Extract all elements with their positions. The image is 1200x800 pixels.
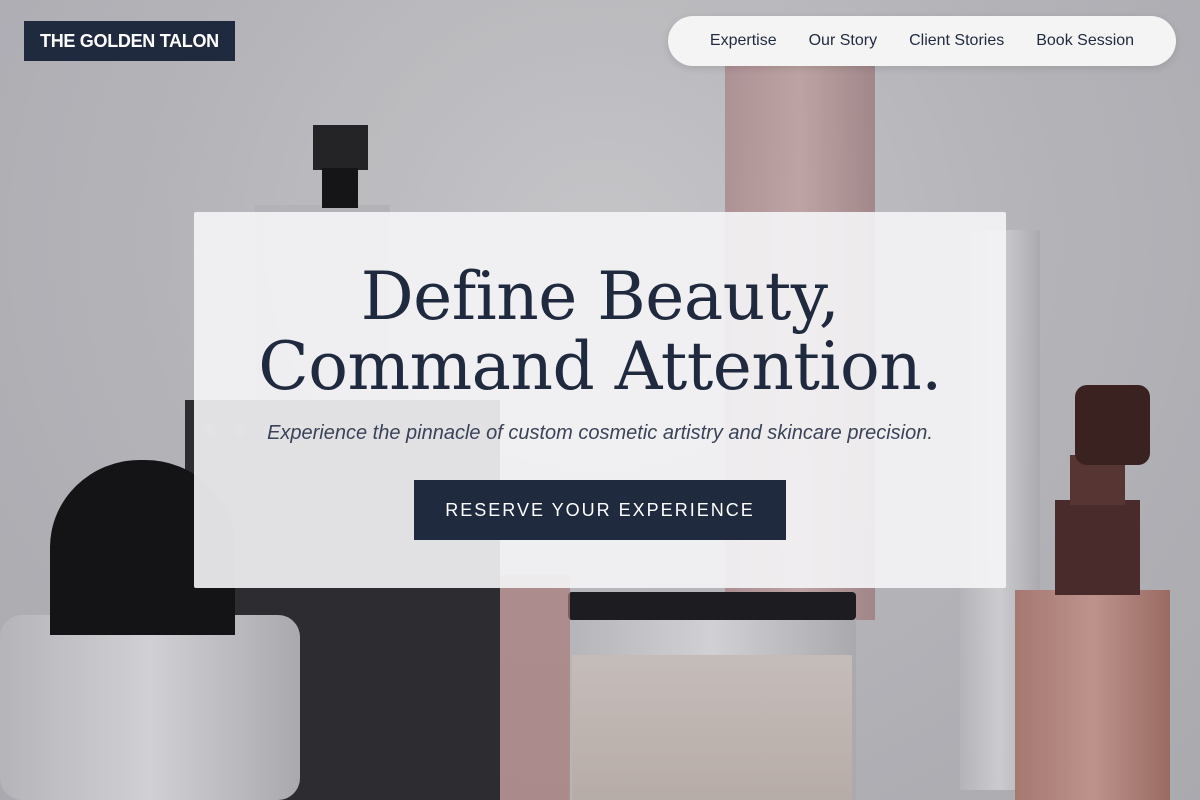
reserve-experience-button[interactable]: RESERVE YOUR EXPERIENCE bbox=[414, 480, 786, 540]
nav-link-our-story[interactable]: Our Story bbox=[809, 32, 877, 50]
hero-headline: Define Beauty, Command Attention. bbox=[194, 262, 1006, 402]
hero-card: Define Beauty, Command Attention. Experi… bbox=[194, 212, 1006, 588]
nav-link-client-stories[interactable]: Client Stories bbox=[909, 32, 1004, 50]
brand-logo[interactable]: THE GOLDEN TALON bbox=[24, 21, 235, 61]
page: THE GOLDEN TALON Expertise Our Story Cli… bbox=[0, 0, 1200, 800]
hero-subtitle: Experience the pinnacle of custom cosmet… bbox=[267, 422, 933, 444]
nav-link-book-session[interactable]: Book Session bbox=[1036, 32, 1134, 50]
hero-headline-line-1: Define Beauty, bbox=[360, 258, 840, 335]
nav-link-expertise[interactable]: Expertise bbox=[710, 32, 777, 50]
main-nav: Expertise Our Story Client Stories Book … bbox=[668, 16, 1176, 66]
hero-headline-line-2: Command Attention. bbox=[258, 328, 942, 405]
